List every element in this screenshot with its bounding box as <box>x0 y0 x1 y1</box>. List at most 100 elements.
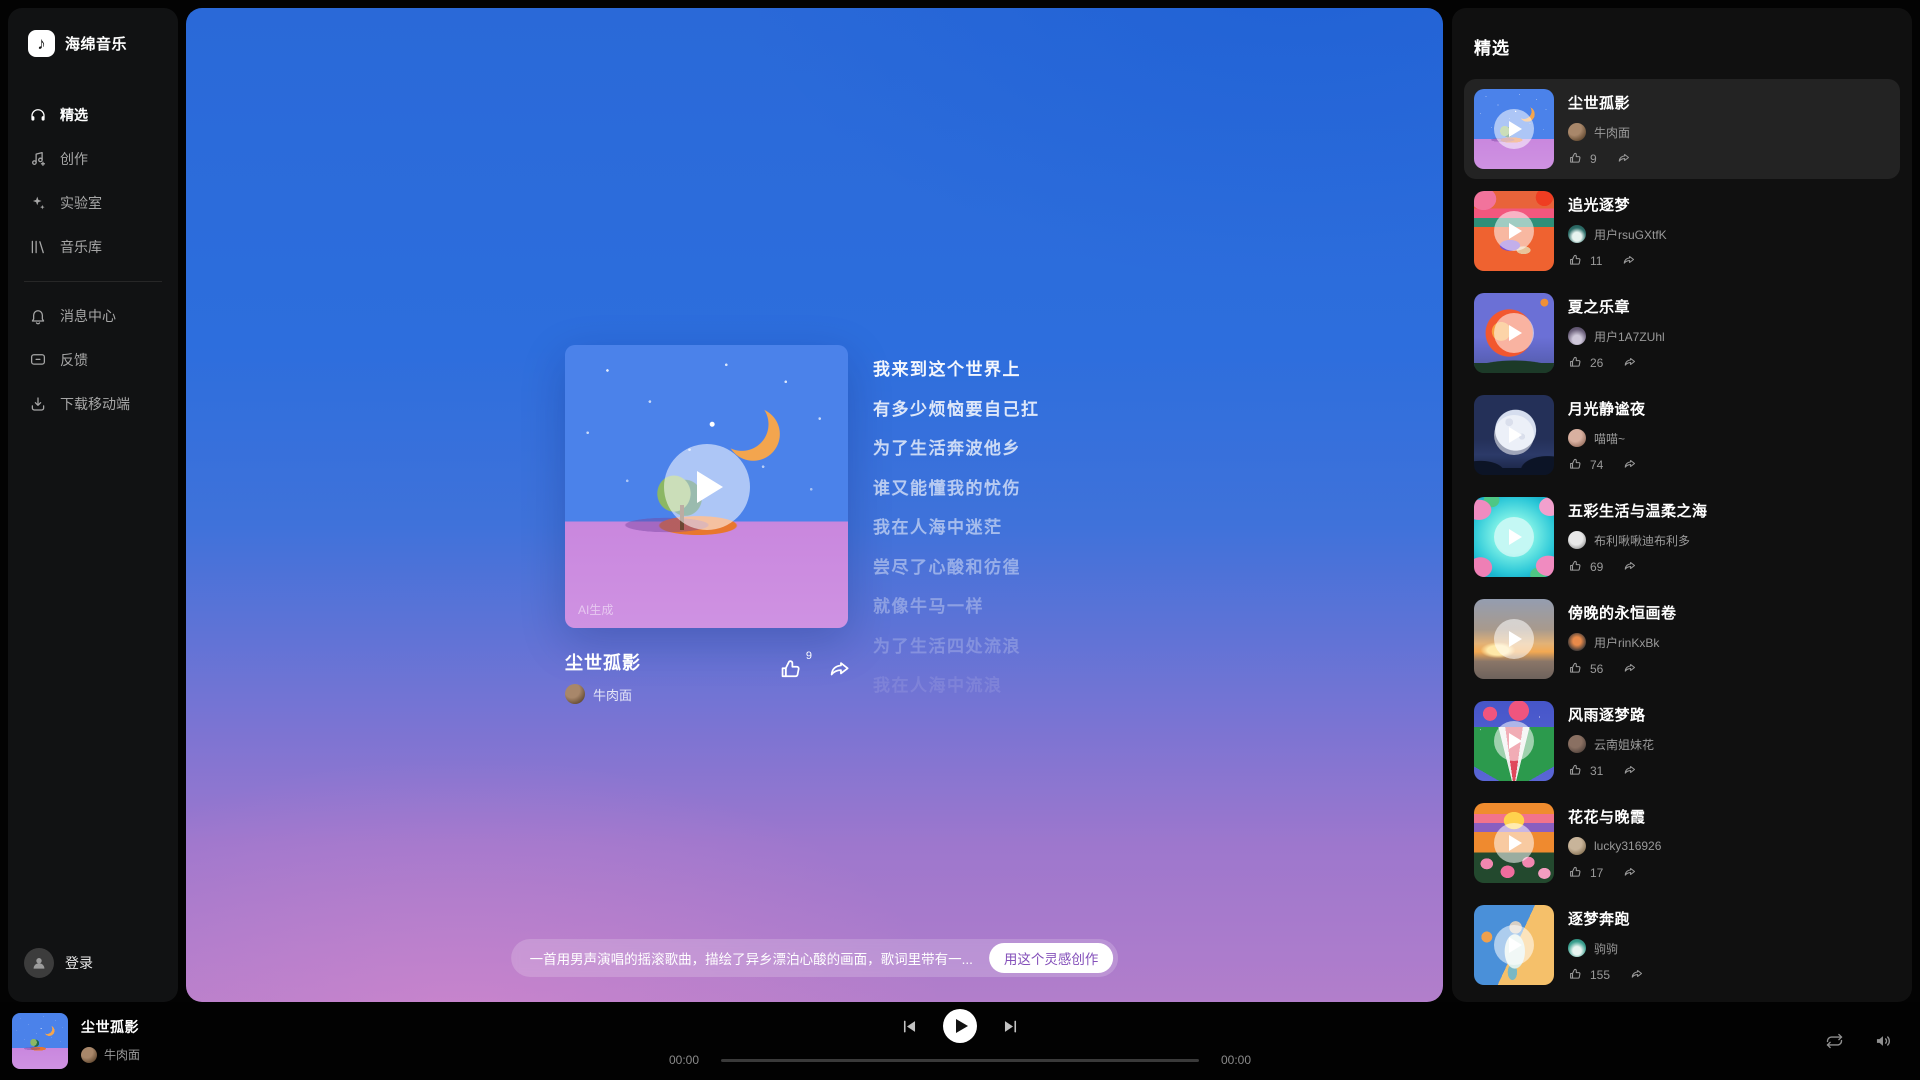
card-artist-row: 用户rinKxBk <box>1568 633 1677 651</box>
card-play-button[interactable] <box>1494 619 1534 659</box>
play-icon <box>1509 937 1522 953</box>
card-artist-name: 用户rinKxBk <box>1594 634 1659 651</box>
card-share-button[interactable] <box>1616 151 1631 166</box>
ai-generated-watermark: AI生成 <box>578 601 613 618</box>
card-like-button[interactable] <box>1568 661 1583 676</box>
sidebar-item-sparkles[interactable]: 实验室 <box>8 181 178 225</box>
card-artist-avatar <box>1568 429 1586 447</box>
card-share-button[interactable] <box>1622 457 1637 472</box>
card-like-count: 9 <box>1590 152 1597 166</box>
card-like-button[interactable] <box>1568 865 1583 880</box>
card-play-button[interactable] <box>1494 925 1534 965</box>
card-like-button[interactable] <box>1568 559 1583 574</box>
featured-card[interactable]: 夏之乐章用户1A7ZUhl26 <box>1464 283 1900 383</box>
sidebar-item-library[interactable]: 音乐库 <box>8 225 178 269</box>
featured-card-info: 逐梦奔跑驹驹155 <box>1568 905 1644 985</box>
card-artist-avatar <box>1568 735 1586 753</box>
card-meta-row: 74 <box>1568 457 1646 472</box>
card-share-button[interactable] <box>1622 355 1637 370</box>
card-share-button[interactable] <box>1622 661 1637 676</box>
card-artist-row: 用户rsuGXtfK <box>1568 225 1667 243</box>
login-button[interactable]: 登录 <box>8 940 178 986</box>
play-icon <box>1509 733 1522 749</box>
progress-bar[interactable] <box>721 1059 1199 1062</box>
sidebar-item-label: 实验室 <box>60 193 102 213</box>
card-artist-name: 云南姐妹花 <box>1594 736 1654 753</box>
play-icon <box>1509 223 1522 239</box>
card-play-button[interactable] <box>1494 109 1534 149</box>
player-now-playing[interactable]: 尘世孤影 牛肉面 <box>12 1013 140 1069</box>
like-count: 9 <box>806 650 812 662</box>
player-album-thumbnail[interactable] <box>12 1013 68 1069</box>
featured-card-artwork <box>1474 293 1554 373</box>
card-like-button[interactable] <box>1568 355 1583 370</box>
card-artist-name: 喵喵~ <box>1594 430 1625 447</box>
card-share-button[interactable] <box>1621 253 1636 268</box>
player-artist-row: 牛肉面 <box>81 1046 140 1063</box>
card-play-button[interactable] <box>1494 517 1534 557</box>
card-title: 花花与晚霞 <box>1568 806 1661 827</box>
card-play-button[interactable] <box>1494 721 1534 761</box>
play-icon <box>956 1019 968 1033</box>
play-icon <box>1509 121 1522 137</box>
featured-card[interactable]: 傍晚的永恒画卷用户rinKxBk56 <box>1464 589 1900 689</box>
lyric-line: 就像牛马一样 <box>873 592 1293 617</box>
card-like-count: 74 <box>1590 458 1603 472</box>
card-share-button[interactable] <box>1622 763 1637 778</box>
featured-panel-title: 精选 <box>1474 34 1890 59</box>
featured-card[interactable]: 尘世孤影牛肉面9 <box>1464 79 1900 179</box>
like-button[interactable]: 9 <box>778 657 804 683</box>
sidebar-item-bell[interactable]: 消息中心 <box>8 294 178 338</box>
card-like-button[interactable] <box>1568 253 1583 268</box>
featured-card[interactable]: 风雨逐梦路云南姐妹花31 <box>1464 691 1900 791</box>
featured-card-artwork <box>1474 191 1554 271</box>
featured-card[interactable]: 追光逐梦用户rsuGXtfK11 <box>1464 181 1900 281</box>
card-play-button[interactable] <box>1494 313 1534 353</box>
sidebar-item-headphones[interactable]: 精选 <box>8 93 178 137</box>
featured-card[interactable]: 花花与晚霞lucky31692617 <box>1464 793 1900 893</box>
card-share-button[interactable] <box>1622 559 1637 574</box>
featured-card-artwork <box>1474 89 1554 169</box>
library-icon <box>29 238 47 256</box>
featured-card-info: 五彩生活与温柔之海布利啾啾迪布利多69 <box>1568 497 1708 577</box>
share-button[interactable] <box>826 657 852 683</box>
featured-card[interactable]: 月光静谧夜喵喵~74 <box>1464 385 1900 485</box>
card-like-button[interactable] <box>1568 151 1583 166</box>
repeat-mode-icon[interactable] <box>1824 1031 1845 1052</box>
sidebar-item-download[interactable]: 下载移动端 <box>8 382 178 426</box>
featured-card-artwork <box>1474 497 1554 577</box>
next-track-button[interactable] <box>1001 1017 1020 1036</box>
card-like-count: 155 <box>1590 968 1610 982</box>
card-play-button[interactable] <box>1494 211 1534 251</box>
card-like-button[interactable] <box>1568 457 1583 472</box>
song-info: 尘世孤影 牛肉面 9 <box>565 649 848 704</box>
card-play-button[interactable] <box>1494 823 1534 863</box>
card-play-button[interactable] <box>1494 415 1534 455</box>
sidebar-item-feedback[interactable]: 反馈 <box>8 338 178 382</box>
feedback-icon <box>29 351 47 369</box>
card-like-button[interactable] <box>1568 763 1583 778</box>
use-inspiration-button[interactable]: 用这个灵感创作 <box>989 943 1114 973</box>
play-icon <box>1509 325 1522 341</box>
featured-card[interactable]: 五彩生活与温柔之海布利啾啾迪布利多69 <box>1464 487 1900 587</box>
song-artist-row[interactable]: 牛肉面 <box>565 684 848 704</box>
play-overlay-button[interactable] <box>664 444 750 530</box>
featured-card[interactable]: 逐梦奔跑驹驹155 <box>1464 895 1900 995</box>
lyrics-panel: 我来到这个世界上有多少烦恼要自己扛为了生活奔波他乡谁又能懂我的忧伤我在人海中迷茫… <box>873 355 1293 711</box>
card-share-button[interactable] <box>1622 865 1637 880</box>
card-share-button[interactable] <box>1629 967 1644 982</box>
sidebar-item-note-plus[interactable]: 创作 <box>8 137 178 181</box>
card-like-button[interactable] <box>1568 967 1583 982</box>
player-play-button[interactable] <box>943 1009 977 1043</box>
volume-icon[interactable] <box>1873 1031 1894 1052</box>
card-artist-avatar <box>1568 837 1586 855</box>
card-artist-row: 用户1A7ZUhl <box>1568 327 1665 345</box>
sidebar-item-label: 反馈 <box>60 350 88 370</box>
featured-card-artwork <box>1474 599 1554 679</box>
play-icon <box>1509 529 1522 545</box>
album-art[interactable]: AI生成 <box>565 345 848 628</box>
player-artist-avatar <box>81 1047 97 1063</box>
card-artist-name: lucky316926 <box>1594 839 1661 853</box>
sidebar-item-label: 音乐库 <box>60 237 102 257</box>
previous-track-button[interactable] <box>900 1017 919 1036</box>
